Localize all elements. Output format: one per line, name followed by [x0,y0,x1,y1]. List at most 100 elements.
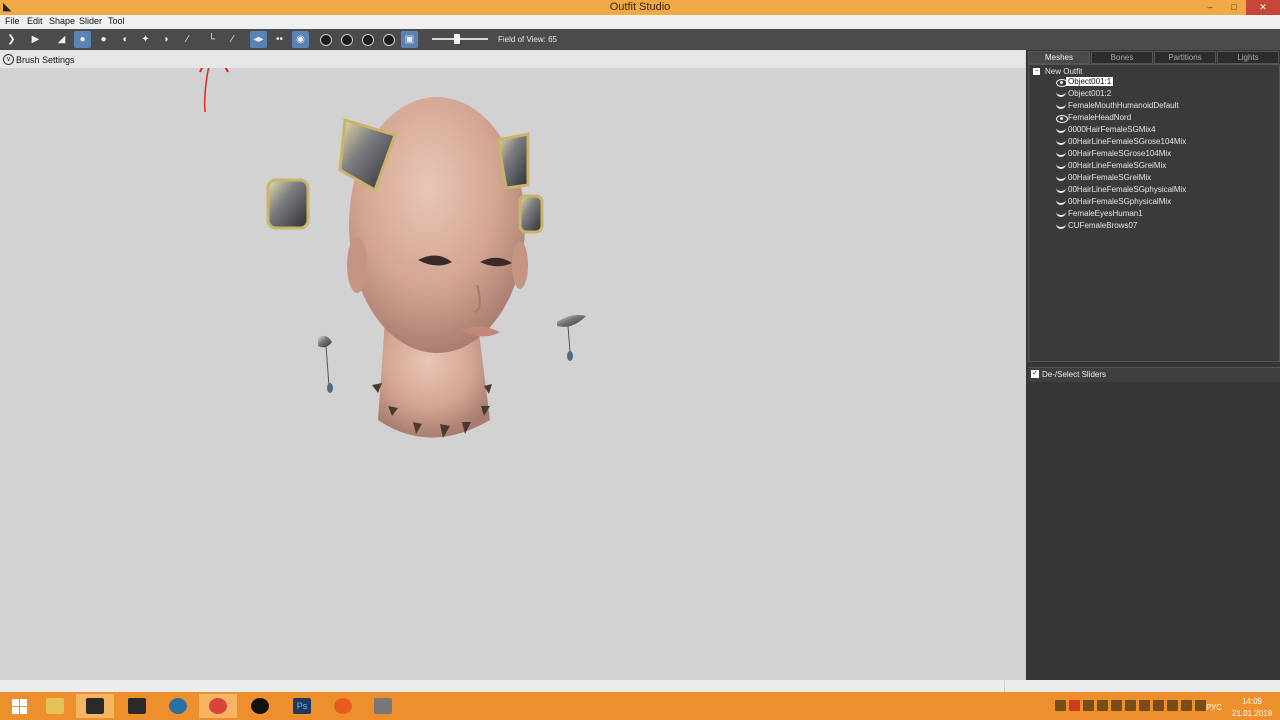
anchor-tool-button[interactable]: ◢ [53,31,70,48]
menu-file[interactable]: File [5,16,20,26]
vertex-color-toggle-button[interactable] [380,31,397,48]
title-bar: ◣ Outfit Studio – □ ✕ [0,0,1280,15]
taskbar-file-explorer[interactable] [36,694,74,718]
menu-tool[interactable]: Tool [108,16,125,26]
visibility-eye-closed-icon[interactable] [1056,103,1066,109]
taskbar-firefox[interactable] [324,694,362,718]
tab-partitions[interactable]: Partitions [1154,51,1216,64]
minimize-button[interactable]: – [1198,0,1222,15]
mesh-item[interactable]: FemaleEyesHuman1 [1056,209,1266,221]
mesh-item[interactable]: CUFemaleBrows07 [1056,221,1266,233]
visibility-eye-closed-icon[interactable] [1056,139,1066,145]
sliders-toggle-label[interactable]: De-/Select Sliders [1042,370,1106,379]
sliders-checkbox[interactable]: ✓ [1031,370,1039,378]
visibility-eye-closed-icon[interactable] [1056,223,1066,229]
tab-lights[interactable]: Lights [1217,51,1279,64]
brush-settings-label[interactable]: Brush Settings [16,55,75,65]
tray-app-icon[interactable] [1111,700,1122,711]
mesh-item-label: FemaleEyesHuman1 [1068,209,1143,218]
taskbar-chrome[interactable] [199,694,237,718]
clock-date[interactable]: 21.01.2019 [1232,709,1272,718]
maximize-button[interactable]: □ [1222,0,1246,15]
tree-collapse-icon[interactable]: − [1033,68,1040,75]
smooth-brush-button[interactable]: ◗ [158,31,175,48]
mesh-item[interactable]: 0000HairFemaleSGMix4 [1056,125,1266,137]
window-title: Outfit Studio [609,1,671,13]
close-button[interactable]: ✕ [1246,0,1280,15]
mesh-item[interactable]: 00HairFemaleSGphysicalMix [1056,197,1266,209]
circle-app-icon [169,698,187,714]
brush-settings-header[interactable] [0,50,1025,68]
x-mirror-button[interactable]: ◂▸ [250,31,267,48]
tray-app-icon[interactable] [1055,700,1066,711]
weight-brush-button[interactable]: ∕ [179,31,196,48]
folder-icon [46,698,64,714]
field-of-view-slider[interactable] [432,38,488,40]
mesh-item-label: 0000HairFemaleSGMix4 [1068,125,1156,134]
inflate-brush-button[interactable]: ● [95,31,112,48]
visibility-eye-closed-icon[interactable] [1056,151,1066,157]
move-brush-button[interactable]: ✦ [137,31,154,48]
tray-adobe-icon[interactable] [1069,700,1080,711]
mesh-item[interactable]: 00HairLineFemaleSGreiMix [1056,161,1266,173]
connected-only-button[interactable]: •• [271,31,288,48]
mesh-item[interactable]: 00HairFemaleSGrose104Mix [1056,149,1266,161]
taskbar-app-box[interactable] [364,694,402,718]
transform-tool-button[interactable]: ▶ [27,31,44,48]
mesh-item[interactable]: FemaleHeadNord [1056,113,1266,125]
taskbar-bodyslide[interactable] [118,694,156,718]
visibility-eye-closed-icon[interactable] [1056,199,1066,205]
global-brush-button[interactable]: ◉ [292,31,309,48]
tree-root-label[interactable]: New Outfit [1045,67,1082,76]
wireframe-toggle-button[interactable] [317,31,334,48]
tray-app-icon[interactable] [1125,700,1136,711]
visibility-eye-closed-icon[interactable] [1056,211,1066,217]
tray-flag-icon[interactable] [1167,700,1178,711]
visibility-eye-closed-icon[interactable] [1056,127,1066,133]
menu-shape[interactable]: Shape [49,16,75,26]
taskbar-yin-yang[interactable] [241,694,279,718]
taskbar-photoshop[interactable]: Ps [283,694,321,718]
mask-brush-button[interactable]: ● [74,31,91,48]
tray-app-icon[interactable] [1097,700,1108,711]
color-brush-button[interactable]: ∕ [224,31,241,48]
tray-network-icon[interactable] [1181,700,1192,711]
3d-viewport[interactable] [0,50,1025,680]
menu-edit[interactable]: Edit [27,16,43,26]
visibility-eye-closed-icon[interactable] [1056,175,1066,181]
texture-toggle-button[interactable] [359,31,376,48]
collapse-toggle-icon[interactable]: ∨ [3,54,14,65]
input-language[interactable]: РУС [1206,703,1222,712]
mesh-item[interactable]: Object001:1 [1056,77,1266,89]
tray-app-icon[interactable] [1139,700,1150,711]
mesh-item[interactable]: 00HairFemaleSGreiMix [1056,173,1266,185]
tab-meshes[interactable]: Meshes [1028,51,1090,64]
mesh-item-label: FemaleMouthHumanoidDefault [1068,101,1179,110]
tab-bones[interactable]: Bones [1091,51,1153,64]
texture-icon [361,33,374,46]
tray-app-icon[interactable] [1153,700,1164,711]
mesh-item[interactable]: Object001:2 [1056,89,1266,101]
taskbar-outfit-studio[interactable] [76,694,114,718]
mesh-item-label: Object001:1 [1066,77,1114,86]
visibility-eye-icon[interactable] [1056,115,1068,123]
visibility-eye-closed-icon[interactable] [1056,163,1066,169]
clock-time[interactable]: 14:09 [1232,697,1272,706]
mesh-item[interactable]: 00HairLineFemaleSGphysicalMix [1056,185,1266,197]
visibility-eye-closed-icon[interactable] [1056,187,1066,193]
field-of-view-slider-thumb[interactable] [454,34,460,44]
start-button[interactable] [0,694,38,718]
mesh-item[interactable]: 00HairLineFemaleSGrose104Mix [1056,137,1266,149]
select-tool-button[interactable]: ❯ [3,31,20,48]
visibility-eye-closed-icon[interactable] [1056,91,1066,97]
mask-brush-icon: ● [79,33,86,45]
collision-brush-button[interactable]: └ [203,31,220,48]
tray-volume-icon[interactable] [1195,700,1206,711]
taskbar-app-circle[interactable] [159,694,197,718]
view-3d-button[interactable]: ▣ [401,31,418,48]
mesh-item[interactable]: FemaleMouthHumanoidDefault [1056,101,1266,113]
tray-app-icon[interactable] [1083,700,1094,711]
menu-slider[interactable]: Slider [79,16,102,26]
lighting-toggle-button[interactable] [338,31,355,48]
deflate-brush-button[interactable]: ◖ [116,31,133,48]
